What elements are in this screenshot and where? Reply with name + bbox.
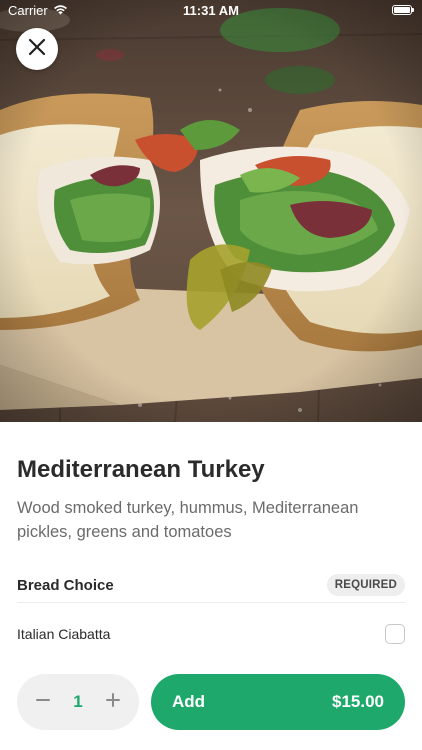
bread-choice-header: Bread Choice REQUIRED	[17, 570, 405, 603]
quantity-value: 1	[73, 692, 83, 711]
close-button[interactable]	[16, 28, 58, 70]
decrement-button[interactable]	[33, 692, 53, 712]
sandwich-photo-illustration	[0, 0, 422, 422]
item-title: Mediterranean Turkey	[17, 456, 265, 483]
item-description: Wood smoked turkey, hummus, Mediterranea…	[17, 499, 359, 541]
status-time: 11:31 AM	[183, 3, 239, 18]
option-checkbox[interactable]	[385, 624, 405, 644]
option-italian-ciabatta[interactable]: Italian Ciabatta	[17, 618, 405, 650]
plus-icon	[105, 692, 121, 713]
add-label: Add	[172, 692, 206, 711]
battery-fill	[394, 7, 410, 13]
add-price: $15.00	[332, 692, 384, 711]
increment-button[interactable]	[103, 692, 123, 712]
minus-icon	[35, 692, 51, 713]
section-title: Bread Choice	[17, 576, 114, 594]
quantity-stepper: 1	[17, 674, 139, 730]
option-label: Italian Ciabatta	[17, 626, 111, 642]
add-to-cart-button[interactable]: Add $15.00	[151, 674, 405, 730]
close-icon	[28, 38, 46, 61]
item-detail-screen: Carrier 11:31 AM Mediterranean Turkey Wo…	[0, 0, 422, 750]
bottom-action-bar: 1 Add $15.00	[0, 658, 422, 750]
item-photo	[0, 0, 422, 422]
battery-icon	[392, 5, 414, 15]
required-badge: REQUIRED	[326, 574, 405, 596]
status-bar: Carrier 11:31 AM	[0, 0, 422, 22]
